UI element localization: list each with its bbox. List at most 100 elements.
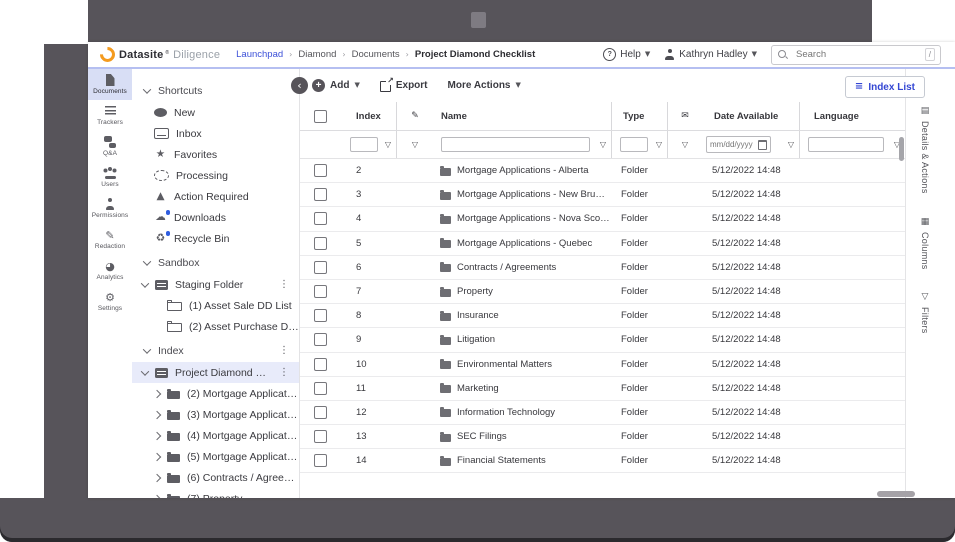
rail-item-trackers[interactable]: Trackers (88, 100, 132, 131)
tree-item-6-contracts-agreements[interactable]: (6) Contracts / Agreements (132, 467, 299, 488)
row-checkbox[interactable] (314, 454, 327, 467)
table-row[interactable]: 13SEC FilingsFolder5/12/2022 14:48 (300, 425, 905, 449)
more-actions-button[interactable]: More Actions ▼ (448, 80, 521, 91)
row-checkbox[interactable] (314, 358, 327, 371)
row-name-cell[interactable]: Information Technology (432, 401, 610, 424)
table-row[interactable]: 12Information TechnologyFolder5/12/2022 … (300, 401, 905, 425)
language-filter-input[interactable] (808, 137, 884, 152)
tree-item-downloads[interactable]: ☁Downloads (132, 207, 299, 228)
tree-item-inbox[interactable]: Inbox (132, 123, 299, 144)
side-tab-columns[interactable]: ▦Columns (914, 218, 936, 270)
filter-icon[interactable]: ▽ (412, 141, 418, 149)
rail-item-users[interactable]: Users (88, 162, 132, 193)
table-row[interactable]: 14Financial StatementsFolder5/12/2022 14… (300, 449, 905, 473)
chevron-right-icon[interactable] (153, 494, 161, 498)
rail-item-q-a[interactable]: Q&A (88, 131, 132, 162)
table-row[interactable]: 5Mortgage Applications - QuebecFolder5/1… (300, 232, 905, 256)
row-checkbox[interactable] (314, 261, 327, 274)
row-name-cell[interactable]: SEC Filings (432, 425, 610, 448)
tree-item-3-mortgage-applications-n[interactable]: (3) Mortgage Applications - N... (132, 404, 299, 425)
column-header-name[interactable]: Name (433, 102, 611, 130)
table-row[interactable]: 9LitigationFolder5/12/2022 14:48 (300, 328, 905, 352)
column-header-language[interactable]: Language (799, 102, 905, 130)
tree-section-shortcuts[interactable]: Shortcuts (132, 80, 299, 102)
chevron-down-icon[interactable] (141, 367, 149, 375)
chevron-down-icon[interactable] (141, 279, 149, 287)
rail-item-documents[interactable]: Documents (88, 69, 132, 100)
tree-item-2-asset-purchase-dd-list[interactable]: (2) Asset Purchase DD List (132, 316, 299, 337)
breadcrumb-item-diamond[interactable]: Diamond (298, 49, 336, 60)
side-tab-filters[interactable]: ▽Filters (914, 293, 936, 334)
tree-item-staging-folder[interactable]: Staging Folder⋮ (132, 274, 299, 295)
breadcrumb-item-launchpad[interactable]: Launchpad (236, 49, 283, 60)
tree-item-1-asset-sale-dd-list[interactable]: (1) Asset Sale DD List (132, 295, 299, 316)
help-menu[interactable]: ? Help ▼ (603, 48, 650, 61)
row-checkbox[interactable] (314, 212, 327, 225)
row-checkbox[interactable] (314, 164, 327, 177)
chevron-right-icon[interactable] (153, 431, 161, 439)
tree-item-action-required[interactable]: ▲Action Required (132, 186, 299, 207)
kebab-menu-icon[interactable]: ⋮ (279, 368, 299, 378)
chevron-right-icon[interactable] (153, 410, 161, 418)
side-tab-details-actions[interactable]: ▤Details & Actions (914, 107, 936, 194)
index-filter-input[interactable] (350, 137, 378, 152)
back-button[interactable]: ‹ (291, 77, 308, 94)
row-name-cell[interactable]: Environmental Matters (432, 353, 610, 376)
rail-item-analytics[interactable]: ◕Analytics (88, 255, 132, 286)
add-button[interactable]: + Add ▼ (312, 79, 360, 92)
rail-item-redaction[interactable]: ✎Redaction (88, 224, 132, 255)
filter-icon[interactable]: ▽ (682, 141, 688, 149)
kebab-menu-icon[interactable]: ⋮ (279, 346, 299, 356)
tree-section-index[interactable]: Index⋮ (132, 340, 299, 362)
column-header-mail[interactable]: ✉ (667, 102, 702, 130)
column-header-index[interactable]: Index (340, 102, 396, 130)
table-row[interactable]: 11MarketingFolder5/12/2022 14:48 (300, 377, 905, 401)
vertical-scrollbar-thumb[interactable] (899, 137, 904, 161)
tree-item-new[interactable]: New (132, 102, 299, 123)
row-checkbox[interactable] (314, 406, 327, 419)
date-filter-box[interactable] (706, 136, 771, 153)
name-filter-input[interactable] (441, 137, 590, 152)
column-header-date-available[interactable]: Date Available (702, 102, 799, 130)
row-name-cell[interactable]: Marketing (432, 377, 610, 400)
row-name-cell[interactable]: Mortgage Applications - Quebec (432, 232, 610, 255)
table-row[interactable]: 2Mortgage Applications - AlbertaFolder5/… (300, 159, 905, 183)
breadcrumb-item-documents[interactable]: Documents (352, 49, 400, 60)
tree-item-4-mortgage-applications-n[interactable]: (4) Mortgage Applications - N... (132, 425, 299, 446)
table-row[interactable]: 6Contracts / AgreementsFolder5/12/2022 1… (300, 256, 905, 280)
tree-item-project-diamond-checklist[interactable]: Project Diamond Checklist⋮ (132, 362, 299, 383)
row-name-cell[interactable]: Litigation (432, 328, 610, 351)
chevron-right-icon[interactable] (153, 389, 161, 397)
row-checkbox[interactable] (314, 430, 327, 443)
tree-item-2-mortgage-applications-al[interactable]: (2) Mortgage Applications - Al... (132, 383, 299, 404)
table-row[interactable]: 7PropertyFolder5/12/2022 14:48 (300, 280, 905, 304)
row-name-cell[interactable]: Property (432, 280, 610, 303)
vertical-scrollbar[interactable] (898, 131, 905, 473)
filter-icon[interactable]: ▽ (788, 141, 794, 149)
tree-item-favorites[interactable]: ★Favorites (132, 144, 299, 165)
row-name-cell[interactable]: Contracts / Agreements (432, 256, 610, 279)
row-checkbox[interactable] (314, 237, 327, 250)
table-row[interactable]: 8InsuranceFolder5/12/2022 14:48 (300, 304, 905, 328)
column-header-edit[interactable]: ✎ (396, 102, 433, 130)
kebab-menu-icon[interactable]: ⋮ (279, 280, 299, 290)
tree-item-processing[interactable]: Processing (132, 165, 299, 186)
user-menu[interactable]: Kathryn Hadley ▼ (664, 49, 757, 60)
rail-item-permissions[interactable]: Permissions (88, 193, 132, 224)
row-name-cell[interactable]: Mortgage Applications - New Brunswi... (432, 183, 610, 206)
chevron-right-icon[interactable] (153, 452, 161, 460)
row-checkbox[interactable] (314, 333, 327, 346)
select-all-checkbox[interactable] (314, 110, 327, 123)
table-row[interactable]: 10Environmental MattersFolder5/12/2022 1… (300, 353, 905, 377)
filter-icon[interactable]: ▽ (600, 141, 606, 149)
filter-icon[interactable]: ▽ (656, 141, 662, 149)
index-list-button[interactable]: ≡ Index List (845, 76, 925, 98)
tree-item-5-mortgage-applications-q[interactable]: (5) Mortgage Applications - Q... (132, 446, 299, 467)
search-box[interactable]: / (771, 45, 941, 65)
tree-item-7-property[interactable]: (7) Property (132, 488, 299, 498)
horizontal-scrollbar-thumb[interactable] (877, 491, 915, 497)
rail-item-settings[interactable]: ⚙Settings (88, 286, 132, 317)
row-checkbox[interactable] (314, 382, 327, 395)
tree-section-sandbox[interactable]: Sandbox (132, 252, 299, 274)
tree-item-recycle-bin[interactable]: ♻Recycle Bin (132, 228, 299, 249)
